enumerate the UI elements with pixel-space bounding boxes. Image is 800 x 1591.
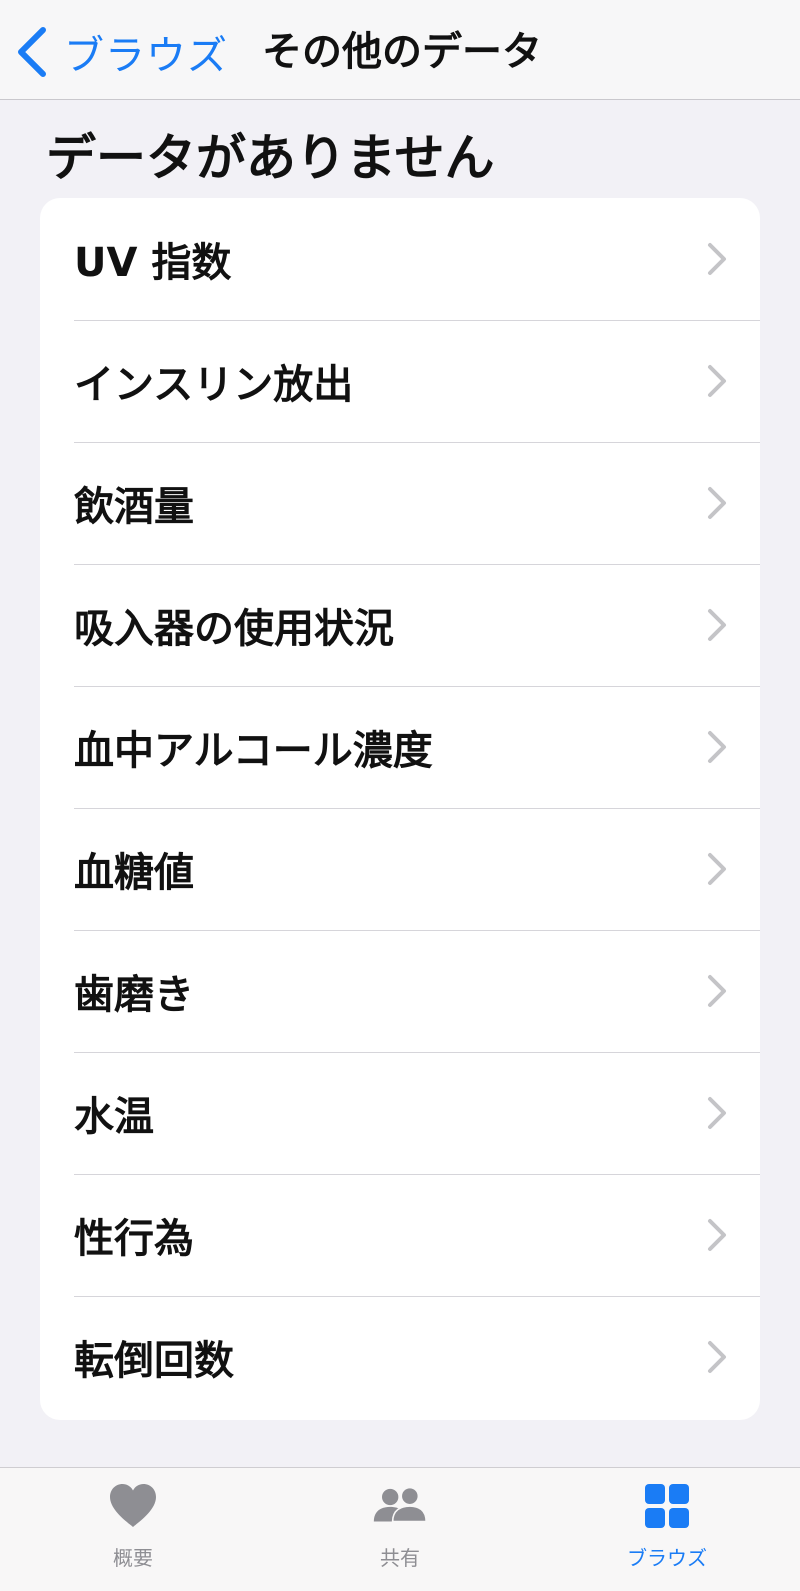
chevron-right-icon [708,487,726,519]
tab-label: ブラウズ [627,1546,707,1570]
tab-sharing[interactable]: 共有 [320,1482,480,1582]
list-item-alcohol-consumption[interactable]: 飲酒量 [40,442,760,564]
app-screen: ブラウズ その他のデータ データがありません UV 指数 インスリン放出 飲酒量… [0,0,800,1591]
list-item-label: 歯磨き [74,972,194,1018]
chevron-right-icon [708,853,726,885]
tab-label: 共有 [380,1546,420,1570]
chevron-right-icon [708,609,726,641]
list-item-label: 転倒回数 [74,1338,234,1384]
heart-icon [106,1482,160,1530]
back-button[interactable]: ブラウズ [14,22,228,82]
chevron-right-icon [708,975,726,1007]
list-item-label: 飲酒量 [74,484,194,530]
chevron-right-icon [708,1341,726,1373]
list-item-label: インスリン放出 [74,362,354,408]
page-title: その他のデータ [262,29,542,75]
list-item-sexual-activity[interactable]: 性行為 [40,1174,760,1296]
list-item-label: 性行為 [74,1216,194,1262]
people-icon [373,1482,427,1530]
list-item-water-temperature[interactable]: 水温 [40,1052,760,1174]
navigation-bar: ブラウズ その他のデータ [0,0,800,100]
chevron-right-icon [708,731,726,763]
list-item-label: 吸入器の使用状況 [74,606,394,652]
chevron-left-icon [18,27,46,77]
tab-label: 概要 [113,1546,153,1570]
chevron-right-icon [708,365,726,397]
list-item-label: UV 指数 [74,240,232,286]
list-item-uv-index[interactable]: UV 指数 [40,198,760,320]
tab-summary[interactable]: 概要 [53,1482,213,1582]
section-heading: データがありません [46,129,495,187]
list-item-toothbrushing[interactable]: 歯磨き [40,930,760,1052]
list-item-number-of-falls[interactable]: 転倒回数 [40,1296,760,1418]
grid-icon [640,1482,694,1530]
list-item-label: 血中アルコール濃度 [74,728,433,774]
list-item-blood-alcohol[interactable]: 血中アルコール濃度 [40,686,760,808]
list-item-blood-glucose[interactable]: 血糖値 [40,808,760,930]
list-item-label: 水温 [74,1094,154,1140]
chevron-right-icon [708,1097,726,1129]
list-item-label: 血糖値 [74,850,194,896]
data-type-list: UV 指数 インスリン放出 飲酒量 吸入器の使用状況 血中アルコール濃度 血糖値… [40,198,760,1420]
chevron-right-icon [708,243,726,275]
back-button-label: ブラウズ [64,33,228,79]
list-item-inhaler-usage[interactable]: 吸入器の使用状況 [40,564,760,686]
tab-browse[interactable]: ブラウズ [587,1482,747,1582]
tab-bar: 概要 共有 ブラウズ [0,1467,800,1591]
chevron-right-icon [708,1219,726,1251]
list-item-insulin-delivery[interactable]: インスリン放出 [40,320,760,442]
